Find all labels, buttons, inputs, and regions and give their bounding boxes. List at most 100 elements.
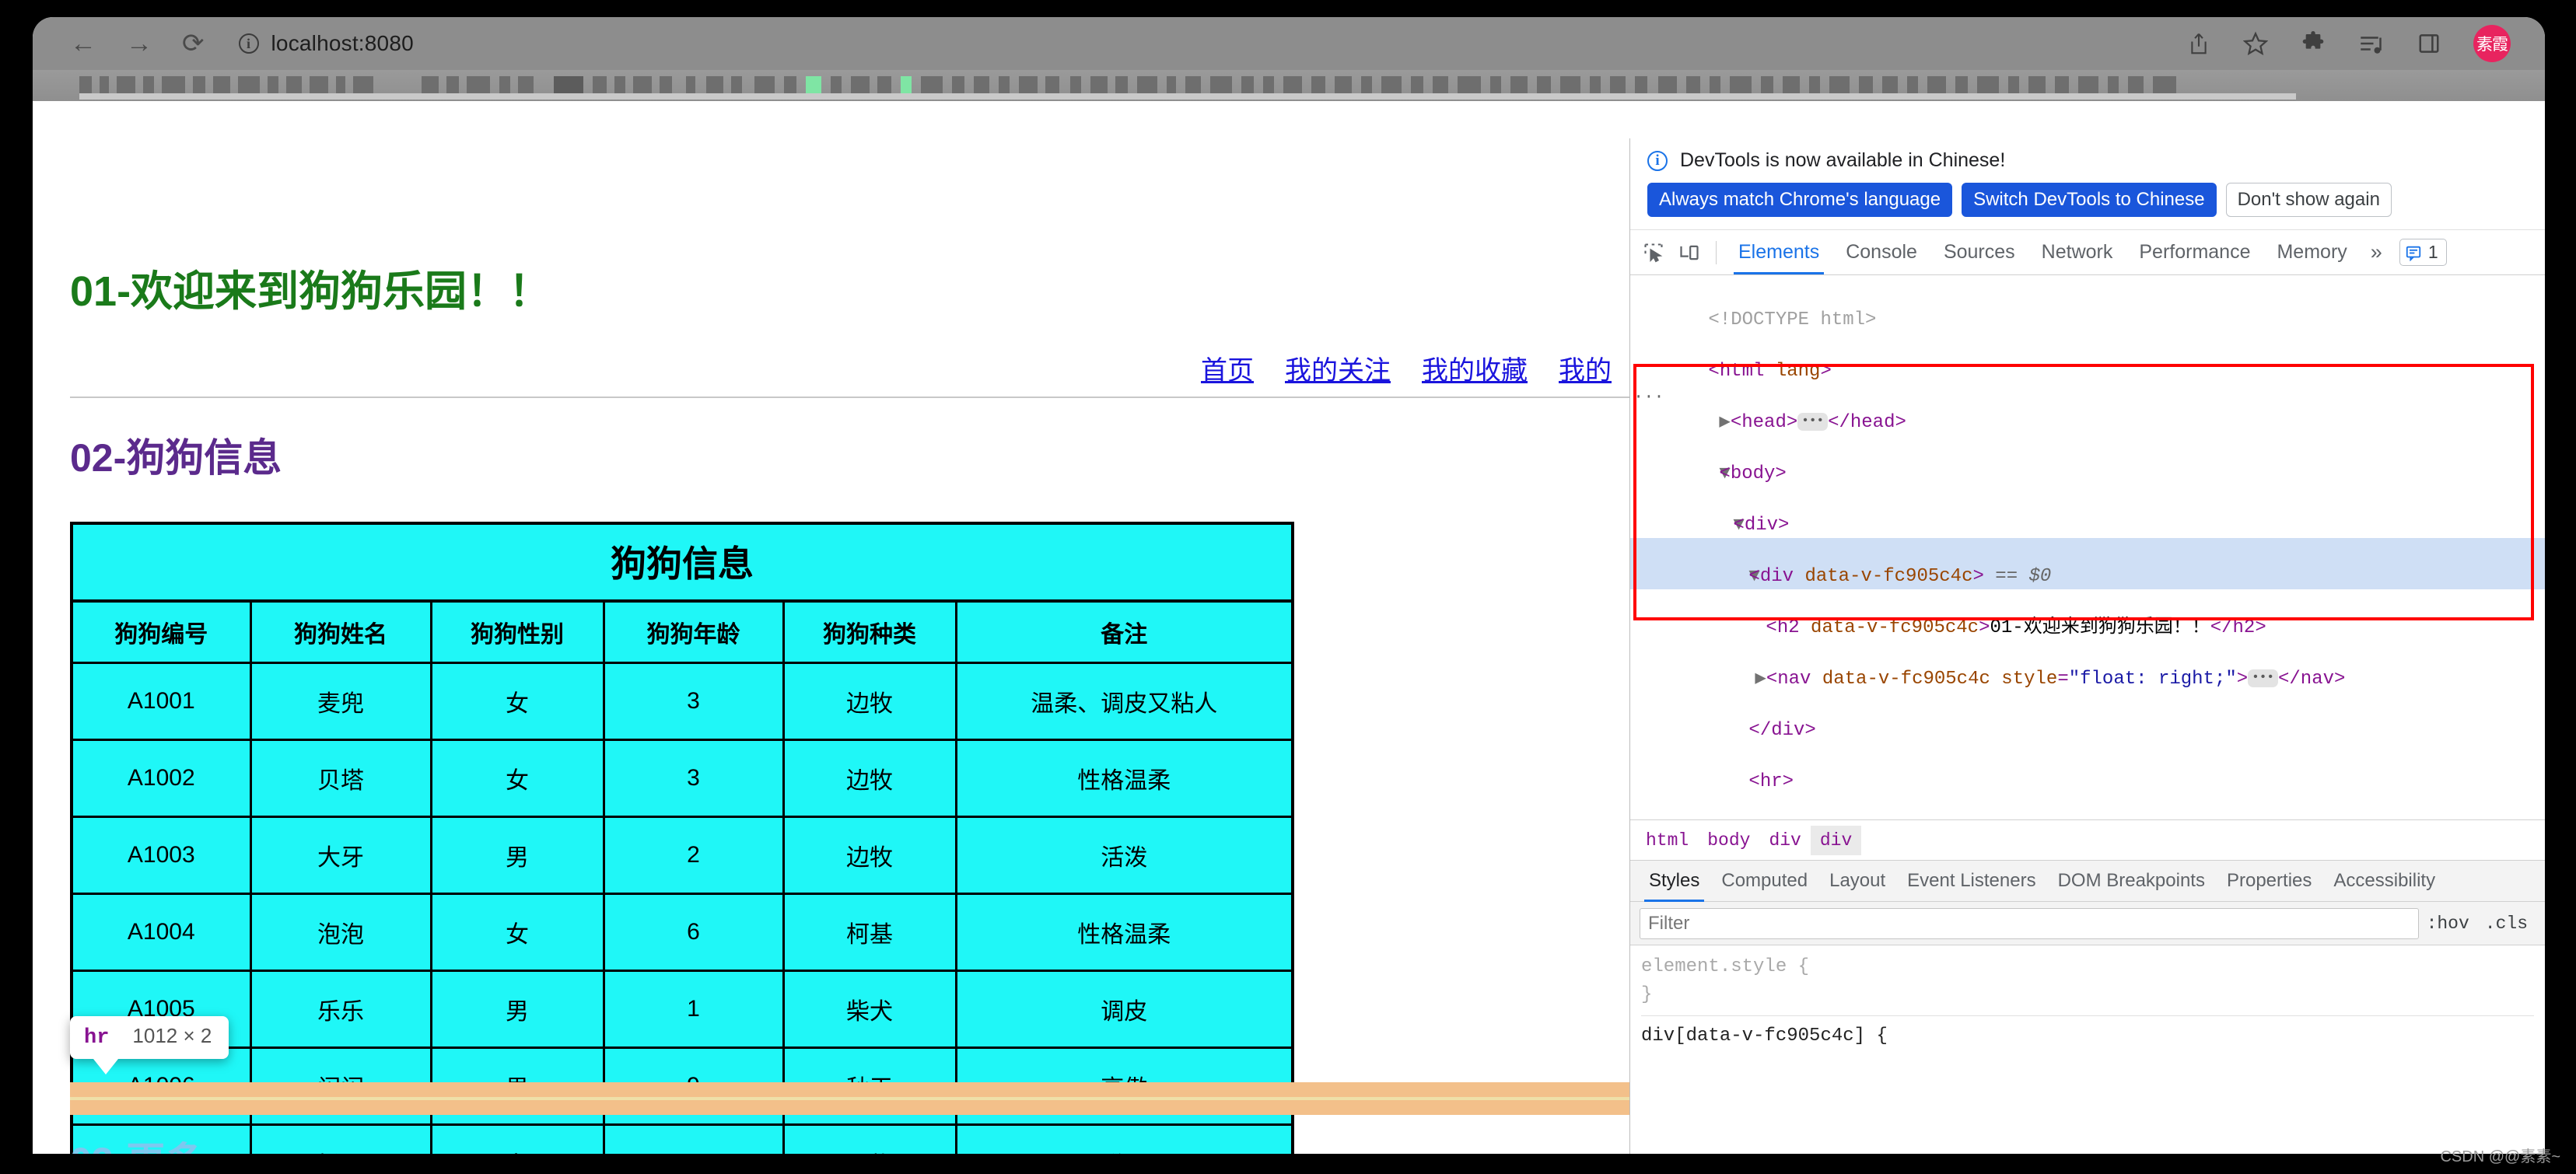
info-circle-icon[interactable]: i — [238, 33, 259, 54]
cell-name: 乐乐 — [249, 970, 432, 1049]
scrollbar-track[interactable] — [79, 93, 2296, 100]
dom-line[interactable]: <!DOCTYPE html> — [1630, 281, 2545, 333]
styles-rules-list[interactable]: element.style { } div[data-v-fc905c4c] { — [1630, 945, 2545, 1058]
side-panel-icon[interactable] — [2417, 32, 2441, 55]
dont-show-again-button[interactable]: Don't show again — [2225, 183, 2392, 217]
devtools-tabbar: Elements Console Sources Network Perform… — [1630, 230, 2545, 275]
message-icon — [2406, 246, 2420, 261]
subtab-layout[interactable]: Layout — [1818, 861, 1896, 901]
cls-toggle-button[interactable]: .cls — [2477, 914, 2536, 934]
style-rule-close: } — [1641, 984, 1653, 1005]
cell-name: 托尼 — [249, 1123, 432, 1154]
table-row: A1002 贝塔 女 3 边牧 性格温柔 — [70, 739, 1294, 818]
nav-link-mine[interactable]: 我的 — [1559, 349, 1612, 387]
subtab-accessibility[interactable]: Accessibility — [2322, 861, 2446, 901]
nav-link-following[interactable]: 我的关注 — [1285, 349, 1391, 387]
puzzle-piece-icon[interactable] — [2301, 31, 2326, 56]
bookmarks-bar[interactable] — [33, 70, 2545, 101]
share-icon[interactable] — [2187, 31, 2210, 56]
status-badge[interactable]: 1 — [2399, 239, 2447, 266]
notice-text: DevTools is now available in Chinese! — [1680, 149, 2006, 171]
devtools-language-notice: i DevTools is now available in Chinese! … — [1630, 138, 2545, 230]
dom-tree[interactable]: ··· <!DOCTYPE html> <html lang> ▶ <head>… — [1630, 275, 2545, 819]
col-header-id: 狗狗编号 — [70, 599, 252, 664]
tab-sources[interactable]: Sources — [1931, 230, 2028, 274]
subtab-properties[interactable]: Properties — [2216, 861, 2322, 901]
tab-performance[interactable]: Performance — [2126, 230, 2263, 274]
cell-notes: 调皮 — [954, 970, 1294, 1049]
subtab-styles[interactable]: Styles — [1638, 861, 1710, 902]
cell-id: A1002 — [70, 739, 252, 818]
breadcrumb-div-1[interactable]: div — [1759, 826, 1810, 855]
nav-link-favorites[interactable]: 我的收藏 — [1422, 349, 1528, 387]
navigation-buttons: ← → ⟳ — [70, 30, 205, 57]
cell-age: 3 — [602, 662, 785, 741]
main-nav: 首页 我的关注 我的收藏 我的 — [1201, 349, 1612, 387]
col-header-name: 狗狗姓名 — [249, 599, 432, 664]
inspect-element-icon[interactable] — [1636, 236, 1671, 270]
dom-line[interactable]: ▼<body> — [1630, 435, 2545, 487]
cell-gender: 女 — [429, 739, 605, 818]
dom-line[interactable]: ▼<div data-v-61097d0a> — [1630, 795, 2545, 819]
hov-toggle-button[interactable]: :hov — [2419, 914, 2477, 934]
breadcrumb-html[interactable]: html — [1636, 826, 1698, 855]
chevron-right-overflow-icon[interactable]: » — [2361, 240, 2392, 264]
divider-2-highlighted — [70, 1082, 1691, 1115]
tooltip-tag-name: hr — [84, 1026, 110, 1050]
dom-line[interactable]: <h2 data-v-fc905c4c>01-欢迎来到狗狗乐园！！</h2> — [1630, 589, 2545, 641]
address-bar[interactable]: i localhost:8080 — [238, 31, 414, 56]
watermark: CSDN @@素素~ — [2440, 1148, 2560, 1165]
cell-breed: 边牧 — [782, 1123, 957, 1154]
breadcrumb-body[interactable]: body — [1698, 826, 1759, 855]
avatar[interactable]: 素霞 — [2473, 25, 2511, 62]
back-arrow-icon[interactable]: ← — [70, 30, 96, 57]
forward-arrow-icon[interactable]: → — [126, 30, 152, 57]
tab-elements[interactable]: Elements — [1726, 230, 1832, 274]
device-toolbar-icon[interactable] — [1672, 236, 1706, 270]
table-row: A1001 麦兜 女 3 边牧 温柔、调皮又粘人 — [70, 662, 1294, 741]
style-rule-partial: div[data-v-fc905c4c] { — [1641, 1015, 2534, 1050]
element-hover-tooltip: hr 1012 × 2 — [70, 1016, 229, 1074]
cell-gender: 男 — [429, 816, 605, 895]
col-header-notes: 备注 — [954, 599, 1294, 664]
subtab-event-listeners[interactable]: Event Listeners — [1896, 861, 2046, 901]
star-icon[interactable] — [2243, 31, 2268, 56]
style-rule-selector: element.style { — [1641, 956, 1810, 977]
table-row: A1007 托尼 女 3 边牧 聪明 — [70, 1123, 1294, 1154]
dom-line[interactable]: ▼<div> — [1630, 487, 2545, 538]
tab-console[interactable]: Console — [1833, 230, 1930, 274]
reload-icon[interactable]: ⟳ — [182, 30, 205, 57]
cell-name: 大牙 — [249, 816, 432, 895]
cell-breed: 边牧 — [782, 816, 957, 895]
cell-breed: 边牧 — [782, 739, 957, 818]
dom-line[interactable]: </div> — [1630, 692, 2545, 743]
cell-id: A1004 — [70, 893, 252, 972]
page-title-more: 03-更多 — [70, 1130, 204, 1154]
subtab-dom-breakpoints[interactable]: DOM Breakpoints — [2047, 861, 2216, 901]
breadcrumb-div-2[interactable]: div — [1810, 825, 1862, 855]
subtab-computed[interactable]: Computed — [1710, 861, 1818, 901]
cell-gender: 女 — [429, 893, 605, 972]
dom-line[interactable]: ▶ <head> ••• </head> — [1630, 384, 2545, 435]
music-list-icon[interactable] — [2358, 32, 2385, 55]
cell-notes: 性格温柔 — [954, 739, 1294, 818]
tab-memory[interactable]: Memory — [2264, 230, 2359, 274]
always-match-language-button[interactable]: Always match Chrome's language — [1647, 183, 1953, 217]
style-rule-element-style[interactable]: element.style { } — [1641, 953, 2534, 1009]
cell-notes: 性格温柔 — [954, 893, 1294, 972]
nav-link-home[interactable]: 首页 — [1201, 349, 1254, 387]
cell-age: 2 — [602, 816, 785, 895]
dom-line[interactable]: <hr> — [1630, 743, 2545, 795]
info-circle-icon: i — [1647, 150, 1668, 171]
styles-filter-input[interactable] — [1640, 907, 2419, 939]
breadcrumb: html body div div — [1630, 819, 2545, 860]
cell-name: 麦兜 — [249, 662, 432, 741]
dom-line[interactable]: ▶ <nav data-v-fc905c4c style="float: rig… — [1630, 641, 2545, 692]
cell-name: 贝塔 — [249, 739, 432, 818]
tab-network[interactable]: Network — [2029, 230, 2126, 274]
dom-line-selected[interactable]: ▼<div data-v-fc905c4c> == $0 — [1630, 538, 2545, 589]
cell-notes: 聪明 — [954, 1123, 1294, 1154]
switch-to-chinese-button[interactable]: Switch DevTools to Chinese — [1962, 183, 2217, 217]
toolbar-divider — [1716, 240, 1717, 264]
dom-line[interactable]: <html lang> — [1630, 333, 2545, 384]
